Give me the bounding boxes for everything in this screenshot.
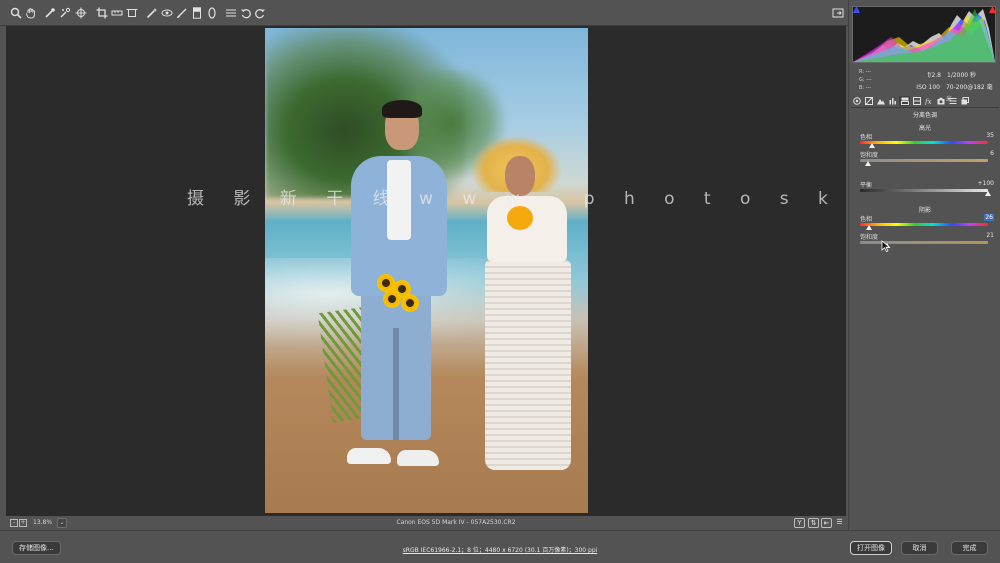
highlights-saturation-label: 饱和度 bbox=[860, 152, 879, 159]
highlight-clipping-icon[interactable] bbox=[989, 6, 996, 13]
lens-icon bbox=[912, 97, 921, 105]
sunflower bbox=[383, 290, 401, 308]
rotate-right-icon[interactable] bbox=[253, 6, 267, 20]
rotate-left-icon[interactable] bbox=[239, 6, 253, 20]
sunflower bbox=[401, 294, 419, 312]
save-image-button[interactable]: 存储图像... bbox=[12, 541, 61, 555]
open-image-button[interactable]: 打开图像 bbox=[850, 541, 892, 555]
balance-thumb[interactable] bbox=[985, 191, 991, 196]
workflow-options-link[interactable]: sRGB IEC61966-2.1；8 位；4480 x 6720 (30.1 … bbox=[340, 545, 660, 554]
balance-slider[interactable] bbox=[860, 189, 988, 192]
shadows-hue-slider[interactable] bbox=[860, 223, 988, 226]
adjustment-brush-tool-icon[interactable] bbox=[175, 6, 189, 20]
fullscreen-toggle-icon[interactable] bbox=[831, 6, 845, 20]
tab-effects[interactable]: fx bbox=[923, 96, 934, 106]
presets-tool-icon[interactable] bbox=[224, 6, 238, 20]
tab-split-toning[interactable] bbox=[899, 96, 910, 106]
highlights-hue-thumb[interactable] bbox=[869, 143, 876, 148]
done-button[interactable]: 完成 bbox=[951, 541, 988, 555]
highlights-saturation-value[interactable]: 6 bbox=[944, 150, 994, 157]
tab-hsl[interactable] bbox=[887, 96, 898, 106]
bottom-action-bar: 存储图像... sRGB IEC61966-2.1；8 位；4480 x 672… bbox=[0, 530, 1000, 563]
split-toning-icon bbox=[900, 97, 909, 105]
tab-calibration[interactable] bbox=[935, 96, 946, 106]
balance-value[interactable]: +100 bbox=[944, 180, 994, 187]
hsl-bars-icon bbox=[889, 98, 896, 105]
highlights-hue-label: 色相 bbox=[860, 134, 873, 141]
panel-tabs: fx bbox=[851, 95, 999, 107]
histogram bbox=[852, 6, 996, 63]
aperture-value: f/2.8 bbox=[927, 72, 941, 79]
shadows-section-title: 阴影 bbox=[918, 207, 931, 214]
transform-tool-icon[interactable] bbox=[125, 6, 139, 20]
tab-snapshots[interactable] bbox=[959, 96, 970, 106]
straighten-tool-icon[interactable] bbox=[110, 6, 124, 20]
fx-icon: fx bbox=[925, 98, 932, 105]
file-info-label: Canon EOS 5D Mark IV - 057A2530.CR2 bbox=[396, 519, 516, 526]
cancel-button[interactable]: 取消 bbox=[901, 541, 938, 555]
highlights-saturation-slider[interactable] bbox=[860, 159, 988, 162]
canvas-footer: - + 13.8% ⌄ Canon EOS 5D Mark IV - 057A2… bbox=[6, 516, 846, 530]
image-canvas[interactable] bbox=[6, 26, 846, 516]
photo-preview[interactable] bbox=[265, 28, 588, 513]
crop-tool-icon[interactable] bbox=[95, 6, 109, 20]
man-shoe bbox=[347, 448, 391, 464]
red-eye-tool-icon[interactable] bbox=[160, 6, 174, 20]
swap-before-after-button[interactable]: ⇅ bbox=[808, 518, 819, 528]
tab-tone-curve[interactable] bbox=[863, 96, 874, 106]
coconut bbox=[507, 206, 533, 230]
mouse-cursor-icon bbox=[881, 240, 891, 252]
man-shoe bbox=[397, 450, 439, 466]
camera-icon bbox=[937, 97, 944, 105]
highlights-hue-slider[interactable] bbox=[860, 141, 988, 144]
shadows-saturation-label: 饱和度 bbox=[860, 234, 879, 241]
spot-removal-tool-icon[interactable] bbox=[145, 6, 159, 20]
snapshots-icon bbox=[961, 97, 969, 105]
man-pants-seam bbox=[393, 328, 399, 440]
tab-lens-corrections[interactable] bbox=[911, 96, 922, 106]
highlights-section-title: 高光 bbox=[918, 125, 931, 132]
woman-skirt bbox=[485, 260, 571, 470]
mountain-icon bbox=[876, 99, 885, 105]
zoom-tool-icon[interactable] bbox=[9, 6, 23, 20]
shadows-saturation-value[interactable]: 21 bbox=[944, 232, 994, 239]
radial-filter-tool-icon[interactable] bbox=[205, 6, 219, 20]
tab-detail[interactable] bbox=[875, 96, 886, 106]
adjustments-panel: R: --- G: --- B: --- f/2.8 1/2000 秒 ISO 1… bbox=[848, 0, 1000, 530]
copy-settings-button[interactable]: ⇤ bbox=[821, 518, 832, 528]
tabs-divider bbox=[851, 107, 999, 108]
shadow-clipping-icon[interactable] bbox=[853, 6, 860, 13]
hand-tool-icon[interactable] bbox=[24, 6, 38, 20]
graduated-filter-tool-icon[interactable] bbox=[190, 6, 204, 20]
highlights-saturation-thumb[interactable] bbox=[864, 161, 871, 166]
shutter-value: 1/2000 秒 bbox=[947, 72, 977, 79]
before-after-settings-icon[interactable]: ☰ bbox=[834, 518, 845, 528]
shadows-hue-thumb[interactable] bbox=[866, 225, 873, 230]
panel-title: 分离色调 bbox=[912, 112, 937, 119]
shadows-saturation-slider[interactable] bbox=[860, 241, 988, 244]
tab-presets[interactable] bbox=[947, 96, 958, 106]
rgb-readout: R: --- G: --- B: --- bbox=[859, 69, 872, 91]
presets-list-icon bbox=[949, 98, 956, 104]
shadows-hue-value[interactable]: 26 bbox=[944, 214, 994, 221]
balance-label: 平衡 bbox=[860, 182, 873, 189]
svg-text:fx: fx bbox=[925, 98, 932, 105]
color-sampler-tool-icon[interactable] bbox=[58, 6, 72, 20]
aperture-icon bbox=[852, 97, 861, 105]
highlights-hue-value[interactable]: 35 bbox=[944, 132, 994, 139]
white-balance-tool-icon[interactable] bbox=[43, 6, 57, 20]
view-mode-y-button[interactable]: Y bbox=[794, 518, 805, 528]
tone-curve-icon bbox=[864, 97, 873, 105]
tab-basic[interactable] bbox=[851, 96, 862, 106]
shadows-hue-label: 色相 bbox=[860, 216, 873, 223]
man-hair bbox=[382, 100, 422, 118]
targeted-adjustment-tool-icon[interactable] bbox=[74, 6, 88, 20]
